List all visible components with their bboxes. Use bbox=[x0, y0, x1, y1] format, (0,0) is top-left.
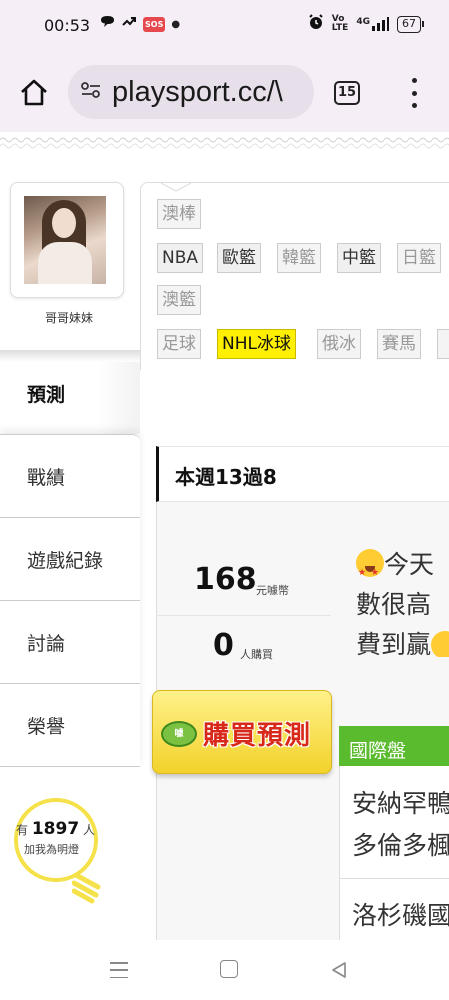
profile-name: 哥哥妹妹 bbox=[44, 311, 93, 325]
game-team-away[interactable]: 安納罕鴨 bbox=[352, 784, 449, 820]
dot-icon bbox=[411, 90, 417, 96]
page-title: 本週13過8 bbox=[175, 465, 277, 489]
missed-call-icon bbox=[121, 15, 137, 33]
recent-apps-button[interactable] bbox=[110, 962, 128, 978]
section-header-international: 國際盤 bbox=[339, 726, 449, 766]
star-struck-emoji-icon bbox=[356, 549, 384, 593]
sidebar-item-honors[interactable]: 榮譽 bbox=[0, 684, 140, 767]
sos-icon: SOS bbox=[143, 16, 166, 32]
profile-card[interactable] bbox=[10, 182, 124, 298]
analyst-message: 今天 數很高 費到贏 bbox=[356, 545, 449, 665]
avatar[interactable] bbox=[24, 196, 106, 284]
week-record-title: 本週13過8 bbox=[156, 446, 449, 502]
sidebar-item-label: 討論 bbox=[27, 633, 66, 655]
game-team-home[interactable]: 多倫多楓 bbox=[352, 826, 449, 862]
sidebar-item-record[interactable]: 戰績 bbox=[0, 435, 140, 518]
page-divider bbox=[0, 132, 449, 156]
home-button[interactable] bbox=[18, 76, 50, 108]
sidebar-item-label: 遊戲紀錄 bbox=[27, 550, 104, 572]
home-nav-button[interactable] bbox=[220, 960, 238, 978]
sport-tag-khl[interactable]: 俄冰 bbox=[317, 329, 361, 359]
battery-icon: 67 bbox=[397, 15, 424, 33]
dot-icon bbox=[411, 78, 417, 83]
follow-caption: 加我為明燈 bbox=[24, 843, 79, 856]
url-text[interactable]: playsport.cc/\ bbox=[112, 76, 283, 109]
sport-tag-horse-racing[interactable]: 賽馬 bbox=[377, 329, 421, 359]
bulb-base-icon bbox=[72, 873, 101, 904]
follow-light-button[interactable]: 有 1897 人 加我為明燈 bbox=[10, 795, 120, 920]
alarm-icon bbox=[308, 14, 324, 34]
system-icons: Vo LTE 4G 67 bbox=[308, 14, 424, 34]
sidebar-item-game-history[interactable]: 遊戲紀錄 bbox=[0, 518, 140, 601]
sport-tag-cba[interactable]: 中籃 bbox=[337, 243, 381, 273]
notification-icons: SOS ● bbox=[100, 15, 180, 33]
back-nav-button[interactable] bbox=[330, 961, 348, 979]
buyer-count: 0 人購買 bbox=[213, 628, 273, 663]
status-time: 00:53 bbox=[44, 16, 91, 35]
emoji-icon bbox=[431, 631, 449, 657]
sport-tag-nhl[interactable]: NHL冰球 bbox=[217, 329, 296, 359]
address-bar[interactable]: playsport.cc/\ bbox=[68, 65, 314, 119]
sidebar-menu: 戰績 遊戲紀錄 討論 榮譽 bbox=[0, 434, 140, 767]
sport-filter: 澳棒 NBA 歐籃 韓籃 中籃 日籃 澳籃 足球 NHL冰球 俄冰 賽馬 bbox=[140, 182, 449, 370]
coin-icon: 噱 bbox=[161, 721, 197, 747]
chat-icon bbox=[100, 15, 115, 33]
more-menu-button[interactable] bbox=[404, 78, 424, 108]
signal-icon: 4G bbox=[356, 17, 389, 31]
follower-count: 有 1897 人 bbox=[16, 819, 96, 839]
sport-tag-nbl[interactable]: 澳籃 bbox=[157, 285, 201, 315]
status-bar: 00:53 SOS ● Vo LTE 4G 67 bbox=[0, 0, 449, 52]
game-team-away[interactable]: 洛杉磯國 bbox=[352, 896, 449, 932]
sidebar-item-label: 榮譽 bbox=[27, 716, 66, 738]
dot-icon bbox=[411, 103, 417, 108]
game-list: 安納罕鴨 多倫多楓 洛杉磯國 bbox=[339, 766, 449, 942]
tab-switcher-button[interactable]: 15 bbox=[334, 81, 360, 105]
volte-icon: Vo LTE bbox=[331, 14, 349, 33]
coin-price: 168 元噱幣 bbox=[156, 560, 331, 616]
sport-tag-kbl[interactable]: 韓籃 bbox=[277, 243, 321, 273]
home-icon bbox=[21, 79, 47, 106]
sport-tag-soccer[interactable]: 足球 bbox=[157, 329, 201, 359]
sidebar-item-label: 預測 bbox=[27, 384, 66, 406]
buy-prediction-label: 購買預測 bbox=[203, 721, 312, 751]
sport-tag-aus-baseball[interactable]: 澳棒 bbox=[157, 199, 201, 229]
buy-prediction-button[interactable]: 噱 購買預測 bbox=[152, 690, 332, 774]
sport-tag-euro-basketball[interactable]: 歐籃 bbox=[217, 243, 261, 273]
sidebar-item-discussion[interactable]: 討論 bbox=[0, 601, 140, 684]
sport-tag-more[interactable] bbox=[437, 329, 449, 359]
sidebar-item-predict[interactable]: 預測 bbox=[0, 362, 140, 434]
site-settings-icon[interactable] bbox=[80, 81, 102, 104]
sidebar-item-label: 戰績 bbox=[27, 467, 66, 489]
dot-icon: ● bbox=[171, 18, 181, 30]
sport-tag-nba[interactable]: NBA bbox=[157, 243, 204, 273]
system-navigation-bar bbox=[0, 940, 449, 1000]
browser-toolbar: playsport.cc/\ 15 bbox=[0, 52, 449, 132]
lightbulb-icon bbox=[14, 798, 98, 882]
sport-tag-bleague[interactable]: 日籃 bbox=[397, 243, 441, 273]
